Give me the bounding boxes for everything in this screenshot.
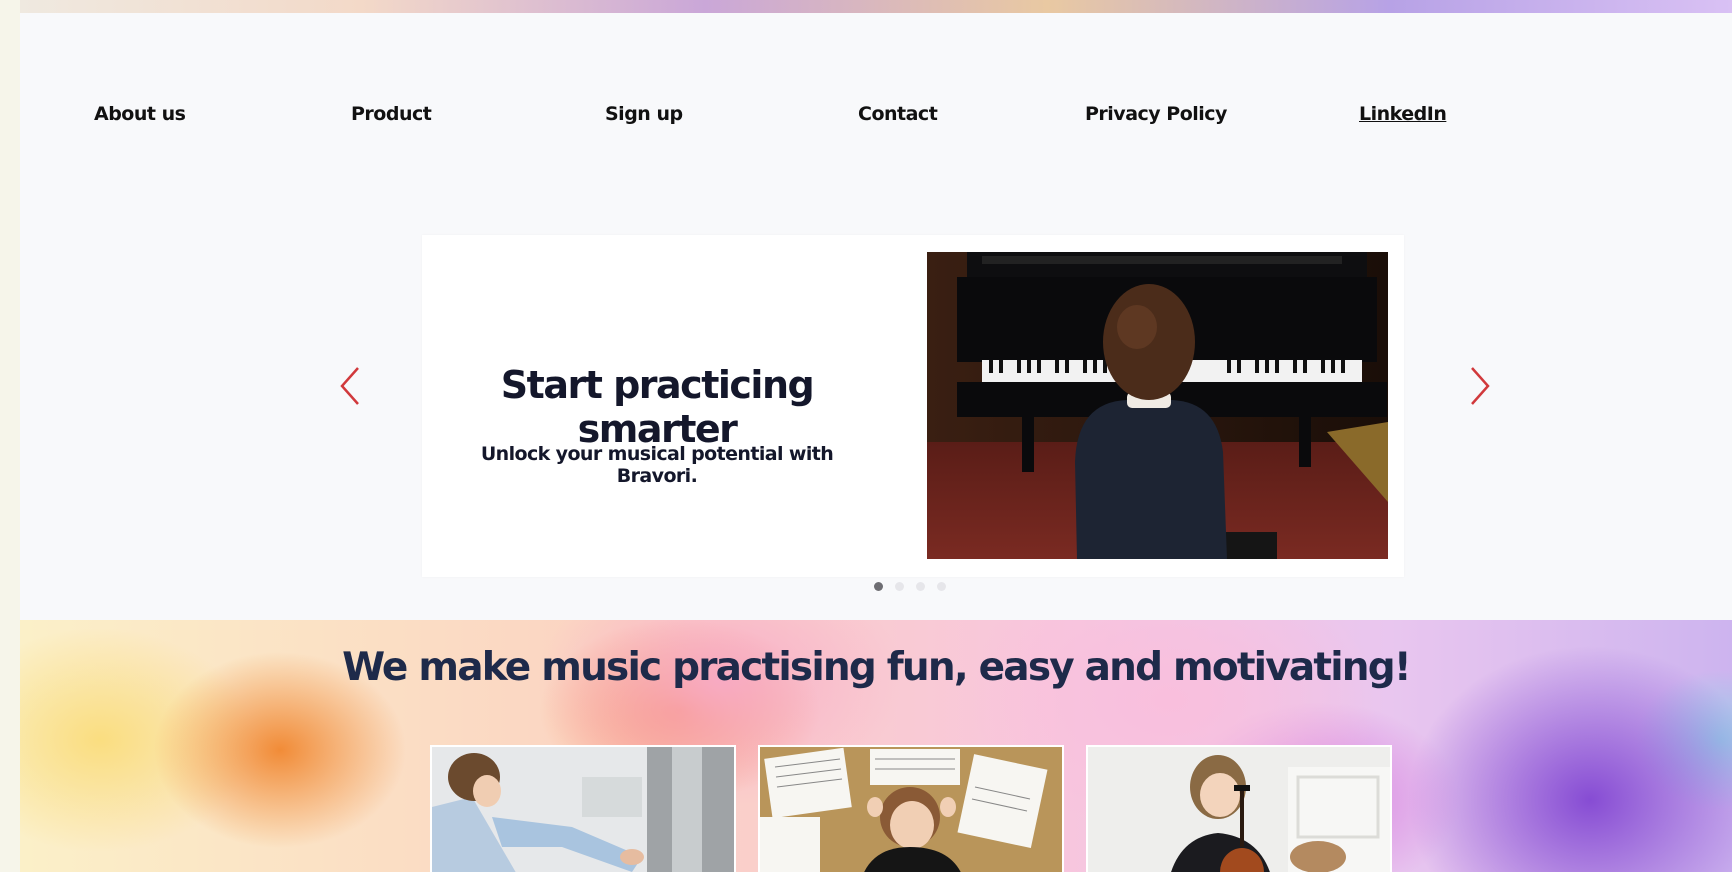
slider-card: Start practicing smarter Unlock your mus… <box>422 235 1404 577</box>
page: About us Product Sign up Contact Privacy… <box>20 0 1732 872</box>
features-heading: We make music practising fun, easy and m… <box>342 645 1412 690</box>
child-piano-lesson-photo <box>432 747 734 872</box>
chevron-right-icon <box>1471 367 1490 405</box>
top-banner-strip <box>20 0 1732 13</box>
slider-dot-3[interactable] <box>916 581 925 591</box>
child-cello-photo <box>1088 747 1390 872</box>
slider-dot-2[interactable] <box>895 581 904 591</box>
feature-card-2 <box>758 745 1064 872</box>
nav-product[interactable]: Product <box>351 103 432 125</box>
slider-prev-button[interactable] <box>332 362 368 410</box>
nav-contact[interactable]: Contact <box>858 103 938 125</box>
slider-dot-4[interactable] <box>937 581 946 591</box>
slider-dot-1[interactable] <box>874 581 883 591</box>
features-section: We make music practising fun, easy and m… <box>20 620 1732 872</box>
feature-card-3 <box>1086 745 1392 872</box>
slider-pagination <box>874 580 946 592</box>
child-playing-piano-photo <box>927 252 1388 559</box>
nav-linkedin[interactable]: LinkedIn <box>1359 103 1447 125</box>
nav-sign-up[interactable]: Sign up <box>605 103 683 125</box>
feature-card-1 <box>430 745 736 872</box>
slide-photo <box>927 252 1388 559</box>
slider-next-button[interactable] <box>1462 362 1498 410</box>
nav-about-us[interactable]: About us <box>94 103 186 125</box>
chevron-left-icon <box>340 367 359 405</box>
slide-subtitle: Unlock your musical potential with Bravo… <box>480 443 834 487</box>
child-sheet-music-photo <box>760 747 1062 872</box>
slide-title: Start practicing smarter <box>500 363 815 451</box>
main-nav: About us Product Sign up Contact Privacy… <box>20 95 1732 135</box>
nav-privacy-policy[interactable]: Privacy Policy <box>1085 103 1227 125</box>
